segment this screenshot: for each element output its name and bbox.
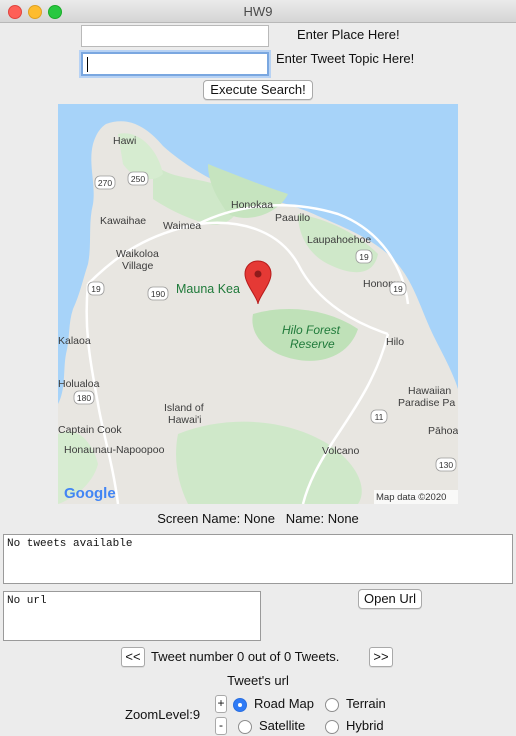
google-logo: Google	[64, 485, 116, 502]
road-map-label: Road Map	[254, 696, 314, 711]
tweet-url-caption: Tweet's url	[227, 673, 289, 688]
map-label: Hawaiian	[408, 385, 451, 397]
route-shield: 19	[389, 281, 407, 296]
window-title: HW9	[243, 4, 273, 19]
hybrid-label: Hybrid	[346, 718, 384, 733]
satellite-label: Satellite	[259, 718, 306, 733]
map-label: Honokaa	[231, 199, 273, 211]
route-shield: 130	[435, 457, 457, 472]
svg-text:190: 190	[151, 289, 165, 299]
terrain-label: Terrain	[346, 696, 386, 711]
map-label: Pāhoa	[428, 425, 458, 437]
svg-text:270: 270	[98, 178, 112, 188]
topic-input[interactable]	[81, 52, 269, 76]
app-content: Enter Place Here! Enter Tweet Topic Here…	[0, 23, 516, 736]
map-label: Holualoa	[58, 378, 100, 390]
route-shield: 250	[127, 171, 149, 186]
route-shield: 19	[355, 249, 373, 264]
text-caret	[87, 57, 88, 72]
topic-label: Enter Tweet Topic Here!	[276, 51, 415, 66]
url-text-area[interactable]: No url	[3, 591, 261, 641]
map-label: Hilo	[386, 336, 404, 348]
svg-text:11: 11	[375, 412, 384, 422]
map-label: Hawai'i	[168, 414, 202, 426]
route-shield: 19	[87, 281, 105, 296]
map-label: Captain Cook	[58, 424, 122, 436]
radio-hybrid[interactable]	[325, 720, 339, 734]
radio-satellite[interactable]	[238, 720, 252, 734]
svg-text:130: 130	[439, 460, 453, 470]
map-label: Waimea	[163, 220, 201, 232]
window-titlebar: HW9	[0, 0, 516, 23]
map-label: Laupahoehoe	[307, 234, 371, 246]
map-view[interactable]: Hawi Honokaa Paauilo Kawaihae Waimea Lau…	[58, 104, 458, 504]
route-shield: 11	[370, 409, 388, 424]
previous-tweet-button[interactable]: <<	[121, 647, 145, 667]
map-label: Reserve	[290, 337, 335, 351]
svg-text:19: 19	[91, 284, 101, 294]
map-label: Village	[122, 260, 153, 272]
map-label: Volcano	[322, 445, 360, 457]
screen-name-line: Screen Name: None Name: None	[157, 511, 359, 526]
zoom-out-button[interactable]: -	[215, 717, 227, 735]
tweet-text-area[interactable]: No tweets available	[3, 534, 513, 584]
map-label: Island of	[164, 402, 204, 414]
svg-text:250: 250	[131, 174, 145, 184]
map-label: Kalaoa	[58, 335, 91, 347]
map-graphic: Hawi Honokaa Paauilo Kawaihae Waimea Lau…	[58, 121, 458, 504]
map-label: Hawi	[113, 135, 136, 147]
next-tweet-button[interactable]: >>	[369, 647, 393, 667]
map-label: Honaunau-Napoopoo	[64, 444, 165, 456]
route-shield: 270	[94, 175, 116, 190]
map-label: Paauilo	[275, 212, 310, 224]
zoom-level-label: ZoomLevel:9	[125, 707, 201, 722]
open-url-button[interactable]: Open Url	[358, 589, 422, 609]
svg-text:19: 19	[393, 284, 403, 294]
map-label: Mauna Kea	[176, 282, 240, 296]
route-shield: 180	[73, 390, 95, 405]
zoom-in-button[interactable]: +	[215, 695, 227, 713]
map-label: Kawaihae	[100, 215, 146, 227]
route-shield: 190	[147, 286, 169, 301]
svg-text:180: 180	[77, 393, 91, 403]
tweet-counter: Tweet number 0 out of 0 Tweets.	[151, 649, 340, 664]
radio-terrain[interactable]	[325, 698, 339, 712]
svg-text:19: 19	[359, 252, 369, 262]
map-label: Hilo Forest	[282, 323, 341, 337]
map-attribution: Map data ©2020	[376, 492, 446, 503]
map-label: Waikoloa	[116, 248, 159, 260]
place-input[interactable]	[81, 25, 269, 47]
execute-search-button[interactable]: Execute Search!	[203, 80, 313, 100]
radio-road-map[interactable]	[233, 698, 247, 712]
map-label: Paradise Pa	[398, 397, 455, 409]
place-label: Enter Place Here!	[297, 27, 400, 42]
